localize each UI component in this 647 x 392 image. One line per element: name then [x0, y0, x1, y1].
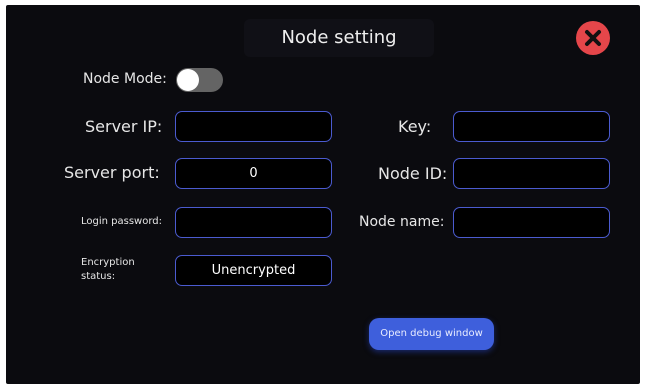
login-password-input[interactable]	[175, 207, 332, 238]
server-port-label: Server port:	[64, 163, 160, 182]
encryption-status-label-line1: Encryption	[81, 257, 135, 268]
key-input[interactable]	[453, 111, 610, 142]
node-mode-label: Node Mode:	[83, 71, 167, 87]
server-ip-input[interactable]	[175, 111, 332, 142]
open-debug-window-button[interactable]: Open debug window	[369, 318, 494, 350]
key-label: Key:	[398, 117, 432, 136]
node-id-label: Node ID:	[378, 164, 448, 183]
title-bar: Node setting	[244, 19, 434, 57]
node-name-input[interactable]	[453, 207, 610, 238]
close-button[interactable]	[576, 21, 610, 55]
server-ip-label: Server IP:	[85, 117, 163, 136]
node-mode-toggle[interactable]	[176, 68, 223, 92]
node-setting-dialog: Node setting Node Mode: Server IP: Serve…	[6, 5, 640, 384]
node-id-input[interactable]	[453, 158, 610, 189]
login-password-label: Login password:	[81, 216, 163, 227]
dialog-title: Node setting	[281, 27, 397, 48]
encryption-status-label-line2: status:	[81, 271, 116, 282]
close-icon	[585, 30, 601, 46]
server-port-input[interactable]: 0	[175, 158, 332, 189]
toggle-knob	[177, 69, 199, 91]
encryption-status-select[interactable]: Unencrypted	[175, 255, 332, 286]
node-name-label: Node name:	[359, 214, 445, 230]
